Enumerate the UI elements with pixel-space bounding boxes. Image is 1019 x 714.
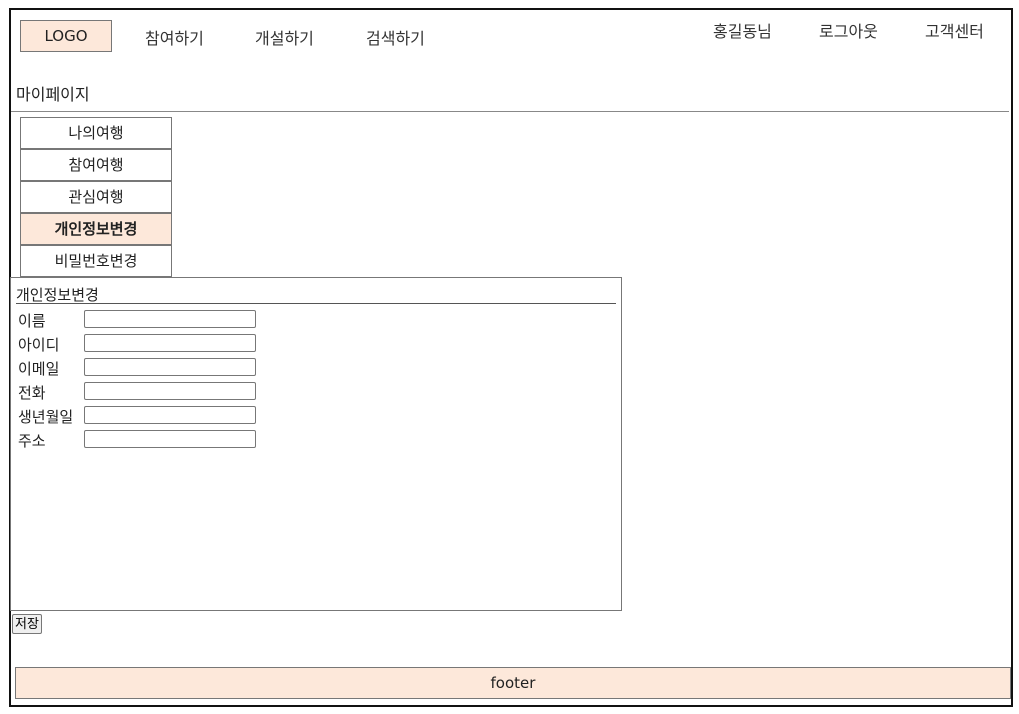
address-field[interactable]	[84, 430, 256, 448]
id-label: 아이디	[18, 336, 60, 354]
birthdate-field[interactable]	[84, 406, 256, 424]
user-name-link[interactable]: 홍길동님	[713, 18, 772, 42]
logo[interactable]: LOGO	[20, 20, 112, 52]
email-field[interactable]	[84, 358, 256, 376]
support-link[interactable]: 고객센터	[925, 18, 984, 42]
form-title: 개인정보변경	[16, 286, 99, 304]
logout-link[interactable]: 로그아웃	[819, 18, 878, 42]
header-divider	[11, 111, 1009, 112]
sidebar-item-my-trips[interactable]: 나의여행	[20, 117, 172, 149]
nav-join[interactable]: 참여하기	[145, 25, 204, 49]
sidebar-item-edit-profile[interactable]: 개인정보변경	[20, 213, 172, 245]
save-button[interactable]: 저장	[12, 614, 42, 634]
email-label: 이메일	[18, 360, 60, 378]
name-field[interactable]	[84, 310, 256, 328]
sidebar-item-interested-trips[interactable]: 관심여행	[20, 181, 172, 213]
name-label: 이름	[18, 312, 46, 330]
phone-field[interactable]	[84, 382, 256, 400]
sidebar-item-change-password[interactable]: 비밀번호변경	[20, 245, 172, 277]
footer: footer	[15, 667, 1011, 699]
sidebar-item-joined-trips[interactable]: 참여여행	[20, 149, 172, 181]
form-title-divider	[16, 303, 616, 304]
phone-label: 전화	[18, 384, 46, 402]
id-field[interactable]	[84, 334, 256, 352]
address-label: 주소	[18, 432, 46, 450]
nav-create[interactable]: 개설하기	[255, 25, 314, 49]
birthdate-label: 생년월일	[18, 408, 74, 426]
page-title: 마이페이지	[16, 85, 90, 104]
nav-search[interactable]: 검색하기	[366, 25, 425, 49]
